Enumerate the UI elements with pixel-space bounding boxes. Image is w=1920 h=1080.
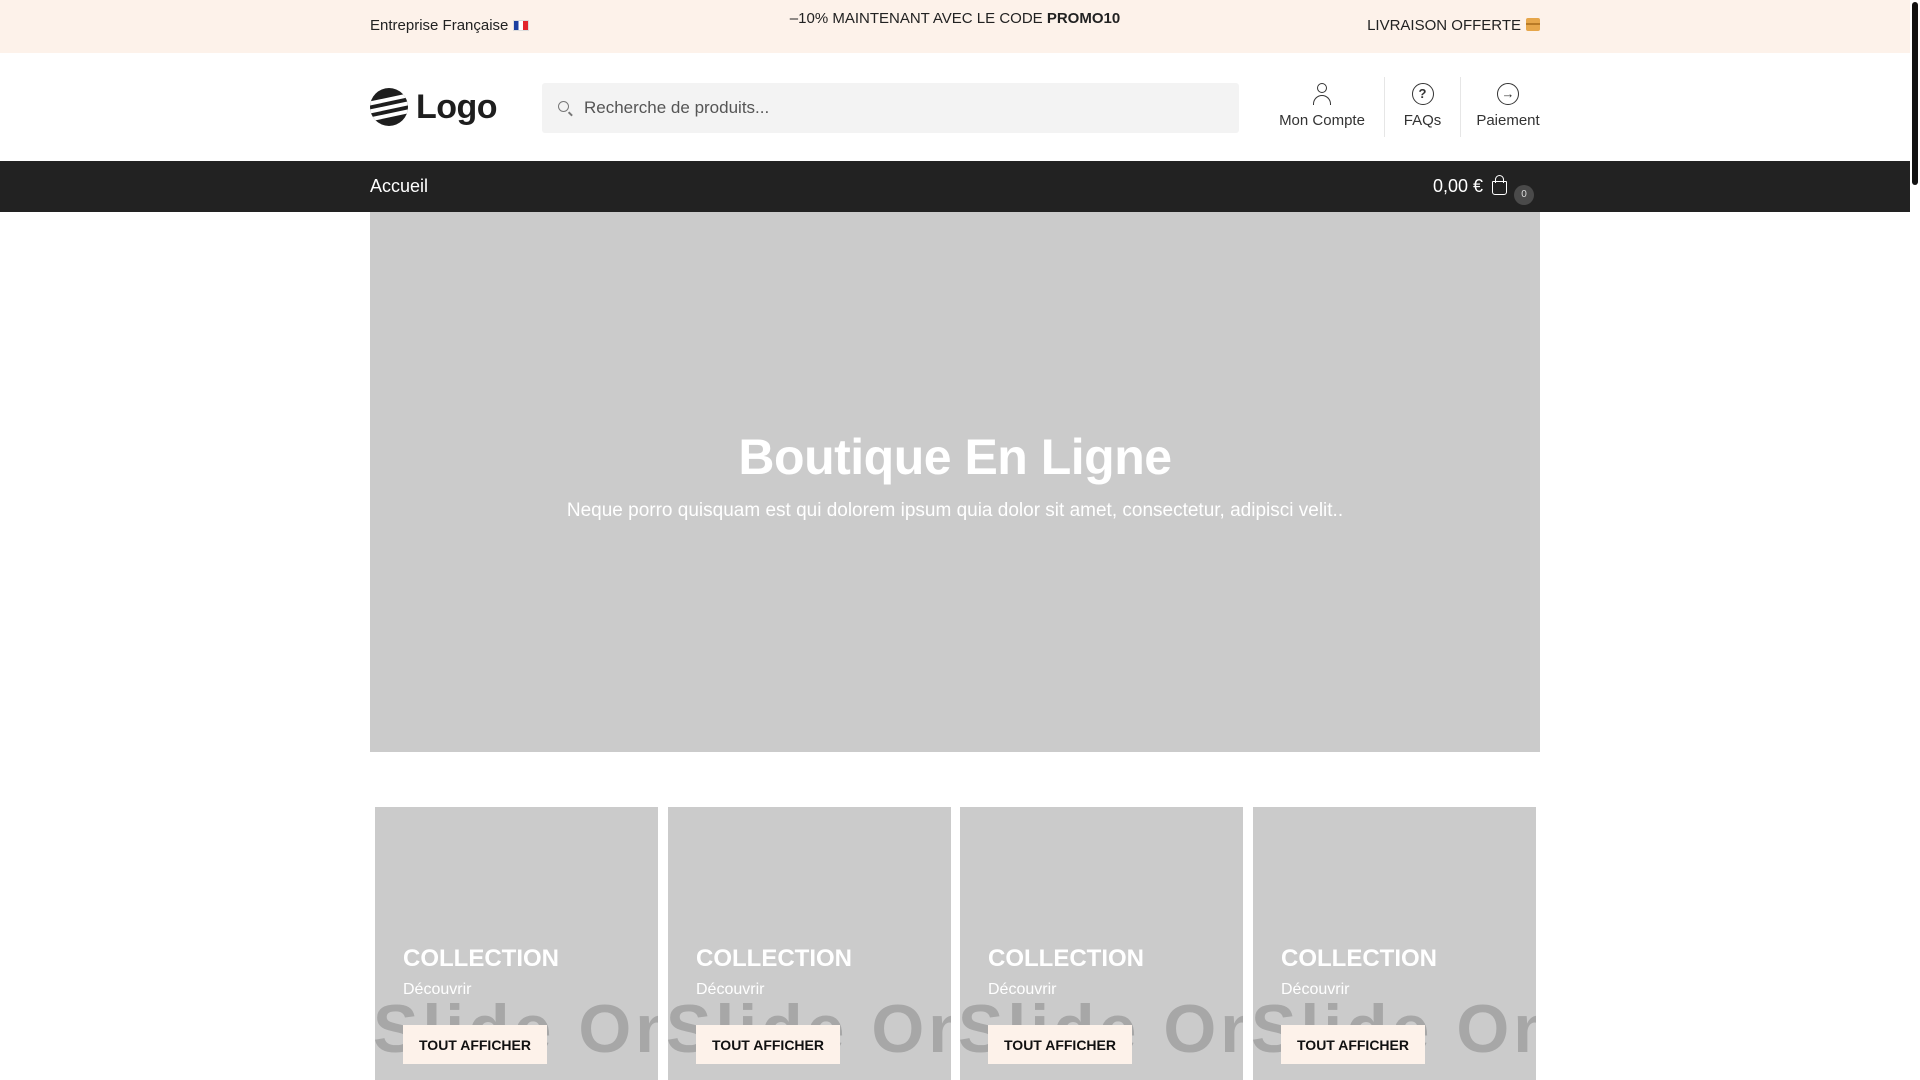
free-shipping: LIVRAISON OFFERTE (1367, 17, 1540, 34)
nav-faqs[interactable]: ? FAQs (1384, 77, 1460, 137)
collection-card[interactable]: Slide One COLLECTION Découvrir TOUT AFFI… (668, 807, 951, 1080)
hero-title: Boutique En Ligne (738, 429, 1172, 485)
arrow-right-circle-icon: → (1497, 83, 1519, 105)
collection-subtitle: Découvrir (988, 981, 1057, 998)
cart-count-badge: 0 (1514, 185, 1534, 205)
nav-my-account[interactable]: Mon Compte (1262, 77, 1382, 137)
shopping-bag-icon (1492, 174, 1508, 195)
site-header: Logo Mon Compte ? FAQs → Paiement (0, 53, 1910, 161)
collection-title: COLLECTION (1281, 945, 1437, 972)
nav-checkout-label: Paiement (1476, 112, 1540, 129)
collection-subtitle: Découvrir (1281, 981, 1350, 998)
collection-card[interactable]: Slide One COLLECTION Découvrir TOUT AFFI… (1253, 807, 1536, 1080)
package-icon (1526, 18, 1540, 31)
site-logo[interactable]: Logo (370, 87, 498, 127)
main-navigation: Accueil 0,00 € 0 (0, 161, 1910, 212)
promo-code: PROMO10 (1046, 10, 1121, 27)
collection-title: COLLECTION (696, 945, 852, 972)
view-all-button[interactable]: TOUT AFFICHER (988, 1025, 1132, 1064)
collection-card[interactable]: Slide One COLLECTION Découvrir TOUT AFFI… (960, 807, 1243, 1080)
question-circle-icon: ? (1411, 83, 1434, 105)
product-search (542, 83, 1239, 133)
promo-text: –10% MAINTENANT AVEC LE CODE (789, 10, 1047, 27)
logo-text: Logo (416, 87, 498, 126)
collection-card[interactable]: Slide One COLLECTION Découvrir TOUT AFFI… (375, 807, 658, 1080)
hero-subtitle: Neque porro quisquam est qui dolorem ips… (566, 500, 1344, 521)
user-icon (1311, 83, 1333, 105)
view-all-button[interactable]: TOUT AFFICHER (403, 1025, 547, 1064)
view-all-button[interactable]: TOUT AFFICHER (1281, 1025, 1425, 1064)
promo-banner: –10% MAINTENANT AVEC LE CODE PROMO10 (0, 10, 1910, 27)
search-input[interactable] (584, 83, 1224, 133)
cart-button[interactable]: 0,00 € (1433, 174, 1508, 197)
announcement-bar: Entreprise Française –10% MAINTENANT AVE… (0, 0, 1910, 53)
cart-total: 0,00 € (1433, 176, 1484, 196)
scrollbar-thumb[interactable] (1912, 2, 1918, 185)
hero-banner: Boutique En Ligne Neque porro quisquam e… (370, 212, 1540, 752)
collection-subtitle: Découvrir (696, 981, 765, 998)
collection-subtitle: Découvrir (403, 981, 472, 998)
nav-checkout[interactable]: → Paiement (1460, 77, 1555, 137)
logo-mark-icon (370, 88, 408, 126)
search-icon[interactable] (558, 101, 569, 112)
nav-my-account-label: Mon Compte (1279, 112, 1365, 129)
view-all-button[interactable]: TOUT AFFICHER (696, 1025, 840, 1064)
collection-title: COLLECTION (403, 945, 559, 972)
collection-title: COLLECTION (988, 945, 1144, 972)
nav-home-link[interactable]: Accueil (370, 176, 428, 197)
nav-faqs-label: FAQs (1403, 112, 1442, 129)
free-shipping-label: LIVRAISON OFFERTE (1367, 17, 1521, 34)
